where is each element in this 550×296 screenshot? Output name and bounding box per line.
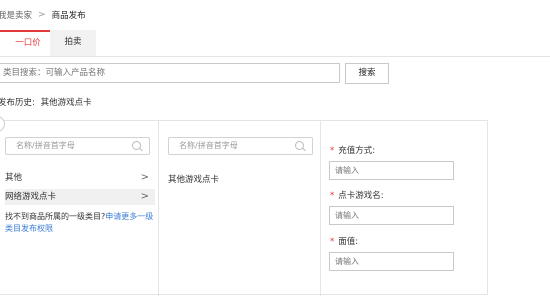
search-icon [132,141,141,150]
search-icon [295,141,304,150]
category-item-online-game-card[interactable]: 网络游戏点卡 > [5,189,155,205]
required-mark: * [330,191,335,201]
column-divider [158,121,159,296]
required-mark: * [330,237,335,247]
recharge-method-input[interactable] [329,161,454,180]
face-value-label: * 面值: [330,235,358,247]
category-item-other[interactable]: 其他 > [5,170,155,186]
required-mark: * [330,146,335,156]
level1-filter-input[interactable]: 名称/拼音首字母 [5,137,150,155]
game-name-label: * 点卡游戏名: [330,189,384,201]
publish-history: 发布历史: 其他游戏点卡 [0,96,92,108]
breadcrumb-seller[interactable]: 我是卖家 [0,9,32,21]
field-label-text: 点卡游戏名: [338,191,384,201]
recharge-method-label: * 充值方式: [330,144,375,156]
tab-bar: 一口价 拍卖 [0,30,550,57]
chevron-right-icon: > [140,191,149,202]
history-label: 发布历史: [0,98,35,108]
tab-fixed-price[interactable]: 一口价 [0,30,50,56]
not-found-text: 找不到商品所属的一级类目? [5,212,106,221]
category-item-label: 网络游戏点卡 [5,192,57,202]
field-label-text: 充值方式: [338,146,376,156]
category-not-found-note: 找不到商品所属的一级类目?申请更多一级类目发布权限 [5,211,155,235]
column-divider [320,121,321,296]
chevron-right-icon: > [38,10,46,20]
level2-filter-input[interactable]: 名称/拼音首字母 [168,137,313,155]
game-name-input[interactable] [329,206,454,225]
subcategory-item-other-game-card[interactable]: 其他游戏点卡 [168,173,219,185]
breadcrumb: 我是卖家 > 商品发布 [0,9,86,21]
face-value-input[interactable] [329,252,454,271]
filter-placeholder: 名称/拼音首字母 [179,141,238,150]
history-item[interactable]: 其他游戏点卡 [41,98,92,108]
chevron-right-icon: > [140,172,149,183]
filter-placeholder: 名称/拼音首字母 [16,141,75,150]
tab-auction[interactable]: 拍卖 [50,30,96,56]
category-search-input[interactable] [0,63,340,83]
category-item-label: 其他 [5,173,23,183]
field-label-text: 面值: [338,237,359,247]
breadcrumb-publish: 商品发布 [51,11,86,21]
search-button[interactable]: 搜索 [345,63,389,84]
